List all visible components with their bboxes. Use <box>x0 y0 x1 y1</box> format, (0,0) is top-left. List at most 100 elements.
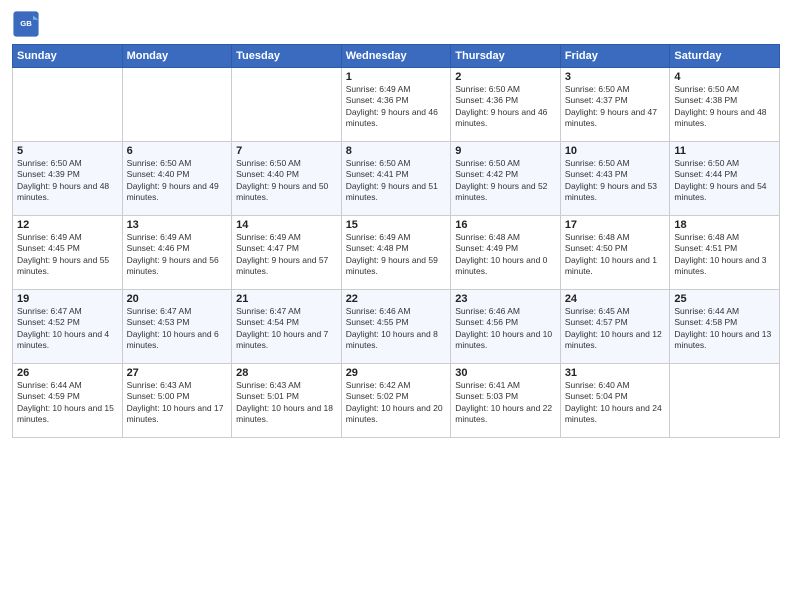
day-info: Sunrise: 6:47 AM Sunset: 4:52 PM Dayligh… <box>17 306 118 352</box>
day-number: 6 <box>127 145 228 157</box>
calendar-cell: 25Sunrise: 6:44 AM Sunset: 4:58 PM Dayli… <box>670 290 780 364</box>
day-number: 28 <box>236 367 337 379</box>
day-number: 3 <box>565 71 666 83</box>
day-number: 18 <box>674 219 775 231</box>
calendar-cell: 23Sunrise: 6:46 AM Sunset: 4:56 PM Dayli… <box>451 290 561 364</box>
calendar-cell: 21Sunrise: 6:47 AM Sunset: 4:54 PM Dayli… <box>232 290 342 364</box>
calendar-cell: 7Sunrise: 6:50 AM Sunset: 4:40 PM Daylig… <box>232 142 342 216</box>
day-info: Sunrise: 6:49 AM Sunset: 4:36 PM Dayligh… <box>346 84 447 130</box>
calendar-cell: 4Sunrise: 6:50 AM Sunset: 4:38 PM Daylig… <box>670 68 780 142</box>
calendar-cell: 15Sunrise: 6:49 AM Sunset: 4:48 PM Dayli… <box>341 216 451 290</box>
day-info: Sunrise: 6:48 AM Sunset: 4:49 PM Dayligh… <box>455 232 556 278</box>
day-info: Sunrise: 6:43 AM Sunset: 5:00 PM Dayligh… <box>127 380 228 426</box>
calendar-cell <box>122 68 232 142</box>
calendar-cell: 2Sunrise: 6:50 AM Sunset: 4:36 PM Daylig… <box>451 68 561 142</box>
calendar-cell <box>670 364 780 438</box>
day-number: 5 <box>17 145 118 157</box>
calendar-cell <box>13 68 123 142</box>
calendar-cell: 31Sunrise: 6:40 AM Sunset: 5:04 PM Dayli… <box>560 364 670 438</box>
calendar-cell: 26Sunrise: 6:44 AM Sunset: 4:59 PM Dayli… <box>13 364 123 438</box>
day-number: 22 <box>346 293 447 305</box>
page: GB SundayMondayTuesdayWednesdayThursdayF… <box>0 0 792 612</box>
day-info: Sunrise: 6:50 AM Sunset: 4:37 PM Dayligh… <box>565 84 666 130</box>
day-number: 29 <box>346 367 447 379</box>
week-row-1: 1Sunrise: 6:49 AM Sunset: 4:36 PM Daylig… <box>13 68 780 142</box>
calendar-cell: 9Sunrise: 6:50 AM Sunset: 4:42 PM Daylig… <box>451 142 561 216</box>
calendar-cell: 1Sunrise: 6:49 AM Sunset: 4:36 PM Daylig… <box>341 68 451 142</box>
header: GB <box>12 10 780 38</box>
weekday-header-monday: Monday <box>122 45 232 68</box>
svg-text:GB: GB <box>20 19 32 28</box>
calendar-cell: 11Sunrise: 6:50 AM Sunset: 4:44 PM Dayli… <box>670 142 780 216</box>
day-number: 4 <box>674 71 775 83</box>
day-info: Sunrise: 6:50 AM Sunset: 4:42 PM Dayligh… <box>455 158 556 204</box>
day-info: Sunrise: 6:50 AM Sunset: 4:43 PM Dayligh… <box>565 158 666 204</box>
day-number: 25 <box>674 293 775 305</box>
day-number: 8 <box>346 145 447 157</box>
calendar-cell: 10Sunrise: 6:50 AM Sunset: 4:43 PM Dayli… <box>560 142 670 216</box>
day-info: Sunrise: 6:50 AM Sunset: 4:40 PM Dayligh… <box>236 158 337 204</box>
day-number: 13 <box>127 219 228 231</box>
week-row-3: 12Sunrise: 6:49 AM Sunset: 4:45 PM Dayli… <box>13 216 780 290</box>
day-number: 12 <box>17 219 118 231</box>
calendar-cell: 16Sunrise: 6:48 AM Sunset: 4:49 PM Dayli… <box>451 216 561 290</box>
day-info: Sunrise: 6:50 AM Sunset: 4:39 PM Dayligh… <box>17 158 118 204</box>
day-number: 21 <box>236 293 337 305</box>
weekday-header-tuesday: Tuesday <box>232 45 342 68</box>
calendar-cell: 22Sunrise: 6:46 AM Sunset: 4:55 PM Dayli… <box>341 290 451 364</box>
day-info: Sunrise: 6:41 AM Sunset: 5:03 PM Dayligh… <box>455 380 556 426</box>
weekday-header-saturday: Saturday <box>670 45 780 68</box>
calendar-cell: 6Sunrise: 6:50 AM Sunset: 4:40 PM Daylig… <box>122 142 232 216</box>
day-number: 7 <box>236 145 337 157</box>
day-number: 24 <box>565 293 666 305</box>
day-number: 2 <box>455 71 556 83</box>
calendar-cell: 29Sunrise: 6:42 AM Sunset: 5:02 PM Dayli… <box>341 364 451 438</box>
day-info: Sunrise: 6:45 AM Sunset: 4:57 PM Dayligh… <box>565 306 666 352</box>
day-number: 9 <box>455 145 556 157</box>
calendar-cell: 27Sunrise: 6:43 AM Sunset: 5:00 PM Dayli… <box>122 364 232 438</box>
logo-icon: GB <box>12 10 40 38</box>
calendar-cell: 18Sunrise: 6:48 AM Sunset: 4:51 PM Dayli… <box>670 216 780 290</box>
day-number: 15 <box>346 219 447 231</box>
day-info: Sunrise: 6:46 AM Sunset: 4:56 PM Dayligh… <box>455 306 556 352</box>
weekday-header-sunday: Sunday <box>13 45 123 68</box>
day-info: Sunrise: 6:47 AM Sunset: 4:54 PM Dayligh… <box>236 306 337 352</box>
day-number: 1 <box>346 71 447 83</box>
calendar-cell: 13Sunrise: 6:49 AM Sunset: 4:46 PM Dayli… <box>122 216 232 290</box>
day-info: Sunrise: 6:42 AM Sunset: 5:02 PM Dayligh… <box>346 380 447 426</box>
weekday-header-friday: Friday <box>560 45 670 68</box>
calendar-cell: 8Sunrise: 6:50 AM Sunset: 4:41 PM Daylig… <box>341 142 451 216</box>
day-number: 10 <box>565 145 666 157</box>
calendar-cell: 17Sunrise: 6:48 AM Sunset: 4:50 PM Dayli… <box>560 216 670 290</box>
week-row-2: 5Sunrise: 6:50 AM Sunset: 4:39 PM Daylig… <box>13 142 780 216</box>
logo: GB <box>12 10 44 38</box>
day-number: 17 <box>565 219 666 231</box>
day-number: 20 <box>127 293 228 305</box>
weekday-header-row: SundayMondayTuesdayWednesdayThursdayFrid… <box>13 45 780 68</box>
day-info: Sunrise: 6:50 AM Sunset: 4:41 PM Dayligh… <box>346 158 447 204</box>
weekday-header-thursday: Thursday <box>451 45 561 68</box>
calendar-cell: 14Sunrise: 6:49 AM Sunset: 4:47 PM Dayli… <box>232 216 342 290</box>
day-info: Sunrise: 6:43 AM Sunset: 5:01 PM Dayligh… <box>236 380 337 426</box>
day-number: 27 <box>127 367 228 379</box>
day-info: Sunrise: 6:49 AM Sunset: 4:47 PM Dayligh… <box>236 232 337 278</box>
day-info: Sunrise: 6:50 AM Sunset: 4:38 PM Dayligh… <box>674 84 775 130</box>
day-number: 14 <box>236 219 337 231</box>
calendar-cell: 24Sunrise: 6:45 AM Sunset: 4:57 PM Dayli… <box>560 290 670 364</box>
day-info: Sunrise: 6:50 AM Sunset: 4:40 PM Dayligh… <box>127 158 228 204</box>
calendar-cell <box>232 68 342 142</box>
week-row-4: 19Sunrise: 6:47 AM Sunset: 4:52 PM Dayli… <box>13 290 780 364</box>
day-info: Sunrise: 6:46 AM Sunset: 4:55 PM Dayligh… <box>346 306 447 352</box>
day-info: Sunrise: 6:49 AM Sunset: 4:46 PM Dayligh… <box>127 232 228 278</box>
calendar-cell: 19Sunrise: 6:47 AM Sunset: 4:52 PM Dayli… <box>13 290 123 364</box>
calendar-cell: 5Sunrise: 6:50 AM Sunset: 4:39 PM Daylig… <box>13 142 123 216</box>
day-number: 23 <box>455 293 556 305</box>
day-number: 30 <box>455 367 556 379</box>
day-info: Sunrise: 6:50 AM Sunset: 4:44 PM Dayligh… <box>674 158 775 204</box>
day-number: 16 <box>455 219 556 231</box>
day-info: Sunrise: 6:49 AM Sunset: 4:48 PM Dayligh… <box>346 232 447 278</box>
day-info: Sunrise: 6:48 AM Sunset: 4:50 PM Dayligh… <box>565 232 666 278</box>
day-number: 26 <box>17 367 118 379</box>
day-info: Sunrise: 6:47 AM Sunset: 4:53 PM Dayligh… <box>127 306 228 352</box>
calendar-cell: 12Sunrise: 6:49 AM Sunset: 4:45 PM Dayli… <box>13 216 123 290</box>
